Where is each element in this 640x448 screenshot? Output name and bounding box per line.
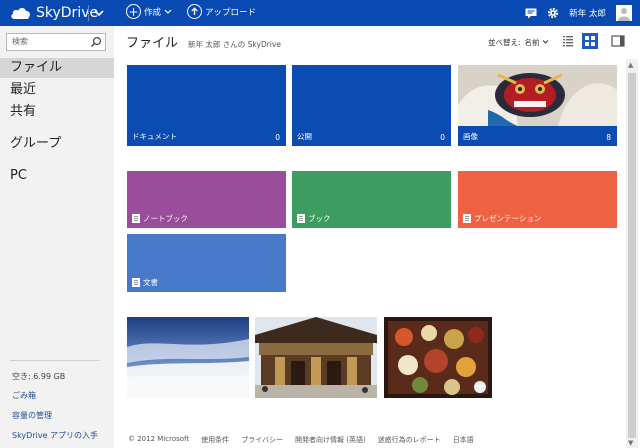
scrollbar[interactable]: ▲ ▼	[626, 59, 638, 448]
plus-icon: +	[126, 4, 141, 19]
user-name[interactable]: 新年 太郎	[569, 7, 606, 19]
file-label-row: 文書	[132, 277, 158, 288]
sort-label: 並べ替え:	[488, 38, 521, 47]
language-link[interactable]: 日本語	[453, 435, 474, 445]
powerpoint-file-icon	[463, 214, 471, 223]
sort-dropdown[interactable]: 並べ替え: 名前	[488, 37, 549, 48]
file-tile-document[interactable]: 文書	[127, 234, 286, 292]
create-button[interactable]: + 作成	[126, 4, 172, 19]
cloud-icon	[11, 8, 30, 19]
sidebar-divider	[10, 360, 100, 361]
page-title: ファイル	[126, 36, 179, 51]
upload-label: アップロード	[205, 7, 257, 18]
sidebar-item-label: グループ	[10, 136, 62, 151]
shishi-photo-thumbnail	[458, 65, 617, 126]
get-apps-link[interactable]: SkyDrive アプリの入手	[12, 430, 98, 441]
folder-tile-documents[interactable]: ドキュメント 0	[127, 65, 286, 146]
file-label-row: ブック	[297, 213, 331, 224]
manage-storage-link[interactable]: 容量の管理	[12, 410, 52, 421]
folder-count: 0	[275, 133, 280, 142]
chevron-down-icon	[164, 9, 172, 14]
photo-shrine[interactable]	[255, 317, 377, 398]
folder-tile-pictures[interactable]: 画像 8	[458, 65, 617, 146]
storage-status: 空き: 6.99 GB	[12, 372, 66, 381]
terms-link[interactable]: 使用条件	[201, 435, 229, 445]
top-bar: SkyDrive + 作成 アップロード 新年 太郎	[0, 0, 640, 26]
breadcrumb: ファイル 新年 太郎 さんの SkyDrive	[126, 32, 281, 51]
search-placeholder: 検索	[12, 37, 28, 46]
chevron-down-icon	[542, 40, 549, 44]
list-view-icon[interactable]	[560, 33, 576, 49]
folder-label: 画像	[463, 132, 478, 141]
gear-icon[interactable]	[547, 7, 559, 19]
upload-icon	[187, 4, 202, 19]
upload-button[interactable]: アップロード	[187, 4, 256, 19]
folder-label: ドキュメント	[132, 132, 177, 141]
top-right-area: 新年 太郎	[525, 5, 632, 21]
file-label: ノートブック	[143, 214, 188, 223]
messenger-icon[interactable]	[525, 8, 537, 19]
folder-tile-public[interactable]: 公開 0	[292, 65, 451, 146]
sidebar-item-groups[interactable]: グループ	[0, 134, 114, 154]
sidebar-item-label: ファイル	[10, 60, 63, 75]
sidebar-item-files[interactable]: ファイル	[0, 58, 114, 78]
sort-value: 名前	[524, 38, 540, 47]
scrollbar-thumb[interactable]	[628, 73, 636, 438]
shrine-image	[255, 317, 377, 398]
folder-count: 8	[606, 133, 611, 142]
file-tile-notebook[interactable]: ノートブック	[127, 171, 286, 228]
skydrive-logo[interactable]: SkyDrive	[10, 5, 98, 21]
sidebar: 検索 ファイル 最近 共有 グループ PC 空き: 6.99 GB ごみ箱 容量…	[0, 26, 114, 448]
recycle-bin-link[interactable]: ごみ箱	[12, 390, 36, 401]
sidebar-item-shared[interactable]: 共有	[0, 102, 114, 122]
create-label: 作成	[144, 7, 162, 18]
excel-file-icon	[297, 214, 305, 223]
file-tile-presentation[interactable]: プレゼンテーション	[458, 171, 617, 228]
scroll-down-icon[interactable]: ▼	[628, 439, 633, 447]
footer: © 2012 Microsoft 使用条件 プライバシー 開発者向け情報 (英語…	[128, 435, 474, 445]
file-label: プレゼンテーション	[474, 214, 542, 223]
copyright: © 2012 Microsoft	[128, 435, 190, 443]
snow-landscape-image	[127, 317, 249, 398]
sidebar-item-recent[interactable]: 最近	[0, 80, 114, 100]
sidebar-item-label: PC	[10, 168, 27, 183]
report-abuse-link[interactable]: 迷惑行為のレポート	[378, 435, 441, 445]
onenote-file-icon	[132, 214, 140, 223]
developers-link[interactable]: 開発者向け情報 (英語)	[295, 435, 366, 445]
file-label: 文書	[143, 278, 158, 287]
folder-count: 0	[440, 133, 445, 142]
photo-snowfield[interactable]	[127, 317, 249, 398]
chevron-down-icon[interactable]	[93, 7, 105, 19]
details-pane-icon[interactable]	[610, 33, 626, 49]
search-input[interactable]: 検索	[6, 33, 106, 51]
file-tile-workbook[interactable]: ブック	[292, 171, 451, 228]
file-label-row: ノートブック	[132, 213, 188, 224]
word-file-icon	[132, 278, 140, 287]
avatar[interactable]	[616, 5, 632, 21]
search-icon[interactable]	[90, 36, 102, 48]
sidebar-item-pc[interactable]: PC	[0, 166, 114, 186]
sidebar-item-label: 共有	[10, 104, 37, 119]
osechi-food-image	[384, 317, 492, 398]
thumbnail-view-icon[interactable]	[582, 33, 598, 49]
file-label: ブック	[308, 214, 331, 223]
folder-label: 公開	[297, 132, 312, 141]
photo-osechi[interactable]	[384, 317, 492, 398]
brand-divider	[88, 5, 89, 21]
main-content: ファイル 新年 太郎 さんの SkyDrive 並べ替え: 名前 ▲ ▼ ドキュメ…	[114, 26, 640, 448]
sidebar-item-label: 最近	[10, 82, 37, 97]
privacy-link[interactable]: プライバシー	[241, 435, 283, 445]
file-label-row: プレゼンテーション	[463, 213, 541, 224]
scroll-up-icon[interactable]: ▲	[628, 61, 633, 69]
owner-label: 新年 太郎 さんの SkyDrive	[188, 40, 281, 49]
